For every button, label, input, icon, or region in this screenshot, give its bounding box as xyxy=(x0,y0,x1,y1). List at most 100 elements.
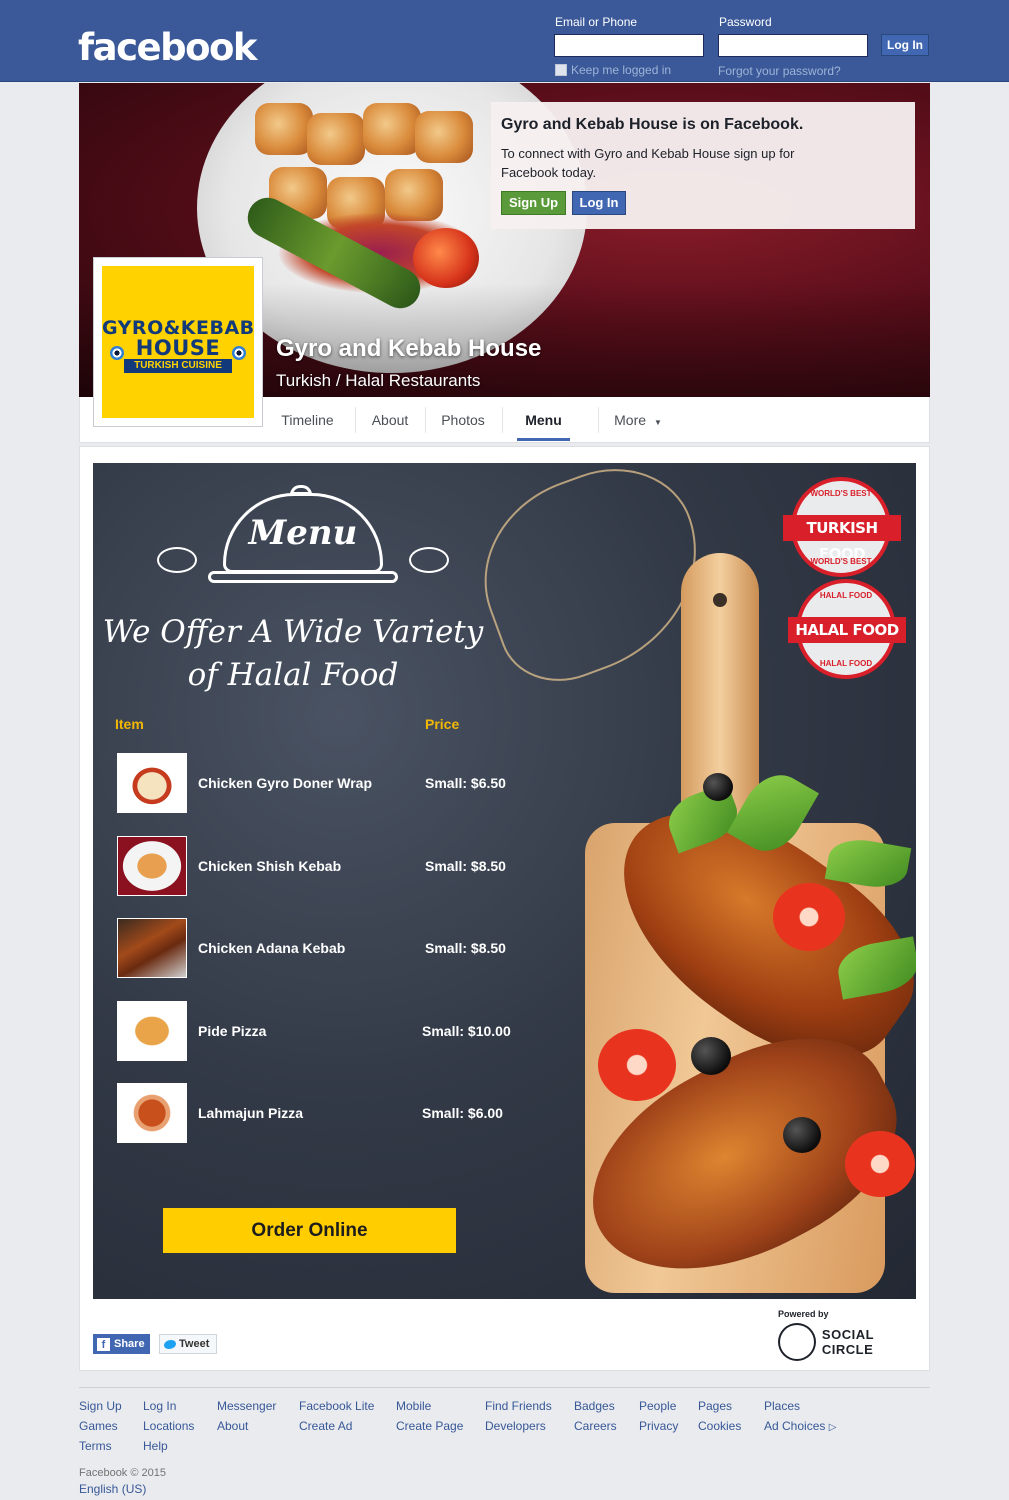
page-title[interactable]: Gyro and Kebab House xyxy=(276,335,541,363)
profile-picture[interactable]: GYRO&KEBAB HOUSE TURKISH CUISINE xyxy=(93,257,263,427)
footer-link[interactable]: Places xyxy=(764,1399,800,1413)
header-login-button[interactable]: Log In xyxy=(881,34,929,56)
ad-choices-icon: ▷ xyxy=(828,1422,837,1433)
menu-image: WORLD'S BEST TURKISH FOOD WORLD'S BEST H… xyxy=(93,463,916,1299)
keep-logged-in[interactable]: Keep me logged in xyxy=(555,63,671,77)
logo-line2: HOUSE xyxy=(135,336,221,360)
password-label: Password xyxy=(719,15,772,29)
signup-prompt: Gyro and Kebab House is on Facebook. To … xyxy=(491,102,915,229)
page-category[interactable]: Turkish / Halal Restaurants xyxy=(276,371,480,391)
password-input[interactable] xyxy=(718,34,868,57)
tab-photos[interactable]: Photos xyxy=(432,397,494,441)
menu-item: Chicken Shish Kebab Small: $8.50 xyxy=(117,836,517,896)
menu-item-price: Small: $8.50 xyxy=(425,858,506,874)
tab-about[interactable]: About xyxy=(360,397,420,441)
tweet-label: Tweet xyxy=(179,1338,210,1350)
footer-copyright: Facebook © 2015 xyxy=(79,1467,166,1479)
keep-logged-in-label: Keep me logged in xyxy=(571,63,672,77)
menu-item-price: Small: $8.50 xyxy=(425,940,506,956)
footer-link[interactable]: Create Page xyxy=(396,1419,463,1433)
menu-item-name: Chicken Adana Kebab xyxy=(198,940,346,956)
menu-item-price: Small: $6.50 xyxy=(425,775,506,791)
footer-link[interactable]: Terms xyxy=(79,1439,112,1453)
menu-item-name: Lahmajun Pizza xyxy=(198,1105,304,1121)
turkish-food-stamp: WORLD'S BEST TURKISH FOOD WORLD'S BEST xyxy=(783,477,901,577)
menu-headline: We Offer A Wide Variety of Halal Food xyxy=(93,611,493,697)
shish-kebab-thumbnail xyxy=(117,836,187,896)
adana-kebab-thumbnail xyxy=(117,918,187,978)
prompt-login-button[interactable]: Log In xyxy=(572,191,626,215)
powered-by-label: Powered by xyxy=(778,1309,829,1319)
footer-link[interactable]: About xyxy=(217,1419,248,1433)
tab-more[interactable]: More ▼ xyxy=(608,397,668,441)
tab-more-label: More xyxy=(614,412,647,428)
signup-prompt-text: To connect with Gyro and Kebab House sig… xyxy=(501,146,795,180)
signup-button[interactable]: Sign Up xyxy=(501,191,566,215)
menu-item-name: Chicken Gyro Doner Wrap xyxy=(198,775,373,791)
evil-eye-icon xyxy=(232,346,246,360)
footer-link[interactable]: Facebook Lite xyxy=(299,1399,374,1413)
footer-link[interactable]: Privacy xyxy=(639,1419,678,1433)
top-bar: facebook Email or Phone Password Log In … xyxy=(0,0,1009,82)
footer-link[interactable]: Sign Up xyxy=(79,1399,122,1413)
menu-item: Lahmajun Pizza Small: $6.00 xyxy=(117,1083,517,1143)
signup-prompt-title: Gyro and Kebab House is on Facebook. xyxy=(501,116,804,133)
lahmajun-pizza-thumbnail xyxy=(117,1083,187,1143)
footer-link[interactable]: Help xyxy=(143,1439,168,1453)
facebook-logo[interactable]: facebook xyxy=(78,26,258,69)
menu-item-name: Pide Pizza xyxy=(198,1023,267,1039)
tab-menu[interactable]: Menu xyxy=(517,397,570,441)
logo-line3: TURKISH CUISINE xyxy=(124,359,232,373)
footer-link[interactable]: Pages xyxy=(698,1399,732,1413)
footer-link[interactable]: Messenger xyxy=(217,1399,276,1413)
tab-timeline[interactable]: Timeline xyxy=(270,397,345,441)
footer-link[interactable]: Games xyxy=(79,1419,118,1433)
footer-link[interactable]: Badges xyxy=(574,1399,615,1413)
forgot-password-link[interactable]: Forgot your password? xyxy=(718,64,841,78)
footer-link[interactable]: Create Ad xyxy=(299,1419,352,1433)
menu-item-price: Small: $10.00 xyxy=(422,1023,511,1039)
footer-link[interactable]: Log In xyxy=(143,1399,176,1413)
email-input[interactable] xyxy=(554,34,704,57)
share-label: Share xyxy=(114,1338,145,1350)
menu-headline-line2: of Halal Food xyxy=(187,657,399,693)
menu-item: Chicken Adana Kebab Small: $8.50 xyxy=(117,918,517,978)
ad-choices-link[interactable]: Ad Choices ▷ xyxy=(764,1419,836,1433)
menu-item: Pide Pizza Small: $10.00 xyxy=(117,1001,517,1061)
ad-choices-label: Ad Choices xyxy=(764,1419,826,1433)
footer-link[interactable]: Careers xyxy=(574,1419,617,1433)
restaurant-logo: GYRO&KEBAB HOUSE TURKISH CUISINE xyxy=(102,266,254,418)
social-circle-ring-icon xyxy=(778,1323,816,1361)
footer-link[interactable]: Locations xyxy=(143,1419,194,1433)
order-online-button[interactable]: Order Online xyxy=(163,1208,456,1253)
menu-title: Menu xyxy=(248,513,358,553)
footer-link[interactable]: Find Friends xyxy=(485,1399,552,1413)
gyro-wrap-thumbnail xyxy=(117,753,187,813)
halal-food-stamp: HALAL FOOD HALAL FOOD HALAL FOOD xyxy=(788,579,906,679)
language-link[interactable]: English (US) xyxy=(79,1482,146,1496)
price-column-header: Price xyxy=(425,716,460,732)
footer-link[interactable]: Developers xyxy=(485,1419,546,1433)
twitter-bird-icon xyxy=(164,1339,176,1349)
menu-item-name: Chicken Shish Kebab xyxy=(198,858,342,874)
logo-line1: GYRO&KEBAB xyxy=(102,317,255,339)
menu-card: WORLD'S BEST TURKISH FOOD WORLD'S BEST H… xyxy=(79,446,930,1371)
caret-down-icon: ▼ xyxy=(653,418,662,427)
social-circle-brand: SOCIAL CIRCLE xyxy=(821,1327,874,1357)
social-circle-logo[interactable]: SOCIAL CIRCLE xyxy=(778,1323,929,1361)
footer-link[interactable]: Mobile xyxy=(396,1399,431,1413)
email-label: Email or Phone xyxy=(555,15,638,29)
footer-link[interactable]: People xyxy=(639,1399,676,1413)
menu-item: Chicken Gyro Doner Wrap Small: $6.50 xyxy=(117,753,517,813)
footer-divider xyxy=(79,1387,930,1388)
tweet-button[interactable]: Tweet xyxy=(159,1334,217,1354)
footer-link[interactable]: Cookies xyxy=(698,1419,741,1433)
menu-headline-line1: We Offer A Wide Variety xyxy=(102,614,484,650)
pide-pizza-thumbnail xyxy=(117,1001,187,1061)
item-column-header: Item xyxy=(115,716,144,732)
facebook-icon: f xyxy=(97,1337,110,1351)
steam-puff-icon xyxy=(157,547,197,573)
menu-item-price: Small: $6.00 xyxy=(422,1105,503,1121)
facebook-share-button[interactable]: f Share xyxy=(93,1334,150,1354)
keep-logged-in-checkbox[interactable] xyxy=(555,64,567,76)
